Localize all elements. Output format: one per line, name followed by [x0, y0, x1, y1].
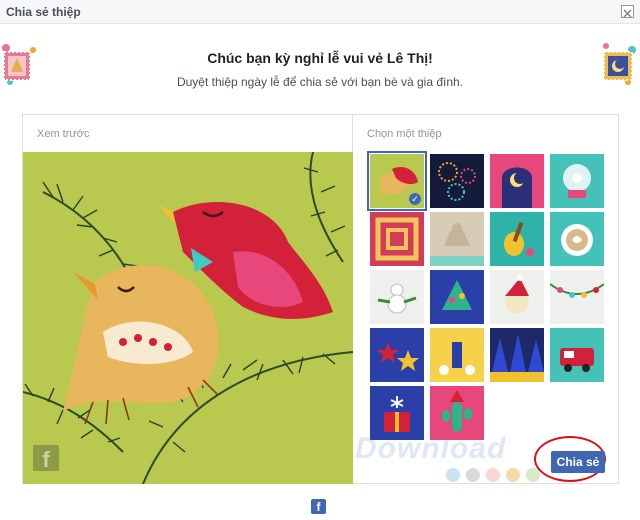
greeting-subheading: Duyệt thiệp ngày lễ để chia sẻ với bạn b…: [176, 75, 464, 89]
card-thumbnail-snowman[interactable]: [370, 270, 424, 324]
card-thumbnail-grid: ✓: [367, 151, 608, 442]
share-button[interactable]: Chia sẻ: [551, 451, 605, 473]
watermark-dot: [486, 468, 500, 482]
card-thumbnail-birds[interactable]: ✓: [367, 151, 427, 211]
card-thumbnail-paper-stars[interactable]: [370, 328, 424, 382]
choose-card-label: Chọn một thiệp: [367, 128, 442, 140]
watermark-dot: [466, 468, 480, 482]
preview-facebook-icon: f: [33, 445, 59, 472]
watermark-dot: [446, 468, 460, 482]
card-thumbnail-fireworks[interactable]: [430, 154, 484, 208]
facebook-icon[interactable]: f: [311, 499, 326, 514]
watermark-dot: [506, 468, 520, 482]
card-thumbnail-string-lights[interactable]: [550, 270, 604, 324]
card-thumbnail-blue-forest[interactable]: [490, 328, 544, 382]
greeting-heading: Chúc bạn kỳ nghỉ lễ vui vẻ Lê Thị!: [207, 50, 433, 66]
card-thumbnail-moon-window[interactable]: [490, 154, 544, 208]
card-preview-image: f: [23, 152, 353, 484]
preview-label: Xem trước: [37, 128, 90, 140]
close-icon[interactable]: [621, 5, 634, 18]
dialog-titlebar: Chia sẻ thiệp: [0, 0, 640, 24]
card-thumbnail-woven-pattern[interactable]: [370, 212, 424, 266]
card-thumbnail-guitar[interactable]: [490, 212, 544, 266]
card-panel: Xem trước Chọn một thiệp f ✓: [22, 114, 619, 484]
card-thumbnail-sand-angel[interactable]: [430, 212, 484, 266]
card-thumbnail-latte[interactable]: [550, 212, 604, 266]
card-thumbnail-red-van[interactable]: [550, 328, 604, 382]
dialog-title: Chia sẻ thiệp: [6, 5, 81, 19]
card-thumbnail-santa-hat-face[interactable]: [490, 270, 544, 324]
download-watermark: Download: [355, 432, 507, 465]
card-thumbnail-gift-box[interactable]: [430, 328, 484, 382]
card-thumbnail-cake-tree[interactable]: [430, 270, 484, 324]
selected-check-icon: ✓: [409, 193, 421, 205]
card-thumbnail-snow-globe[interactable]: [550, 154, 604, 208]
